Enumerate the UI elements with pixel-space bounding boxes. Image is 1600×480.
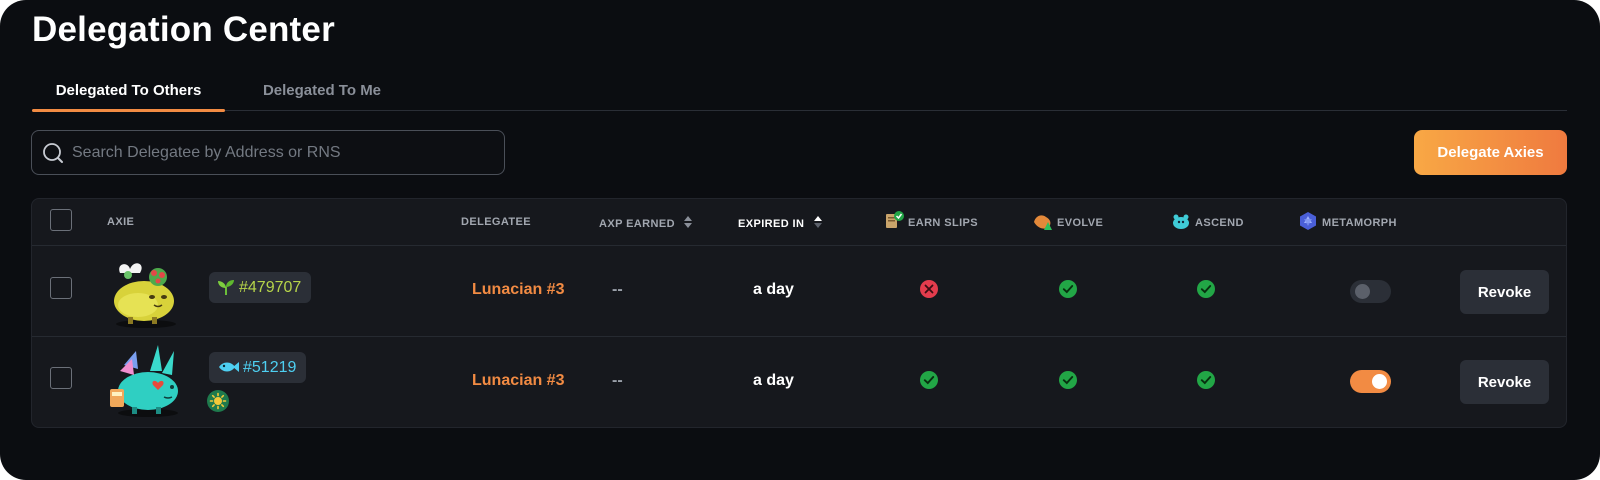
search-box bbox=[31, 130, 505, 175]
table-header: Axie Delegatee AXP Earned Expired In bbox=[32, 199, 1566, 246]
search-icon bbox=[43, 143, 63, 163]
axp-earned-label: AXP Earned bbox=[599, 218, 675, 230]
ascend-icon bbox=[1173, 214, 1189, 229]
metamorph-toggle[interactable] bbox=[1350, 370, 1391, 393]
column-metamorph: Metamorph bbox=[1297, 210, 1397, 232]
axp-earned-value: -- bbox=[612, 372, 623, 389]
expired-in-value: a day bbox=[753, 372, 794, 389]
delegation-table: Axie Delegatee AXP Earned Expired In bbox=[31, 198, 1567, 428]
column-axp-earned[interactable]: AXP Earned bbox=[599, 216, 693, 230]
allowed-status-icon bbox=[920, 371, 938, 389]
evolve-label: Evolve bbox=[1057, 217, 1104, 229]
axie-image[interactable] bbox=[106, 253, 186, 331]
row-checkbox[interactable] bbox=[50, 367, 72, 389]
row-checkbox[interactable] bbox=[50, 277, 72, 299]
metamorph-icon bbox=[1300, 212, 1316, 230]
allowed-status-icon bbox=[1059, 280, 1077, 298]
column-evolve: Evolve bbox=[1032, 210, 1103, 232]
axie-id-badge[interactable]: #51219 bbox=[209, 352, 307, 383]
search-input[interactable] bbox=[72, 131, 492, 174]
metamorph-toggle[interactable] bbox=[1350, 280, 1391, 303]
column-axie: Axie bbox=[107, 216, 135, 228]
plant-sprout-icon bbox=[218, 280, 234, 295]
sort-icon bbox=[684, 216, 693, 228]
sort-ascending-icon bbox=[813, 216, 822, 228]
table-row: #51219 Lunacian #3 -- a day Revoke bbox=[32, 337, 1566, 427]
toggle-knob bbox=[1372, 374, 1387, 389]
aquatic-fish-icon bbox=[219, 362, 239, 372]
allowed-status-icon bbox=[1197, 371, 1215, 389]
delegation-panel: Delegation Center Delegated To Others De… bbox=[0, 0, 1600, 480]
denied-status-icon bbox=[920, 280, 938, 298]
revoke-button[interactable]: Revoke bbox=[1460, 360, 1549, 404]
earn-slips-label: Earn Slips bbox=[908, 217, 979, 229]
column-ascend: Ascend bbox=[1170, 210, 1244, 232]
axie-id: #51219 bbox=[243, 359, 297, 376]
select-all-checkbox[interactable] bbox=[50, 209, 72, 231]
axie-image[interactable] bbox=[106, 341, 186, 419]
ascend-label: Ascend bbox=[1195, 217, 1244, 229]
column-delegatee: Delegatee bbox=[461, 216, 532, 228]
axie-id-badge[interactable]: #479707 bbox=[209, 272, 312, 303]
axp-earned-value: -- bbox=[612, 281, 623, 298]
evolve-icon bbox=[1034, 215, 1052, 230]
sun-badge-icon bbox=[207, 390, 229, 412]
toggle-knob bbox=[1355, 284, 1370, 299]
expired-in-label: Expired In bbox=[738, 218, 805, 230]
delegatee-link[interactable]: Lunacian #3 bbox=[472, 281, 564, 299]
revoke-button[interactable]: Revoke bbox=[1460, 270, 1549, 314]
tab-bar: Delegated To Others Delegated To Me bbox=[32, 70, 1567, 112]
tab-delegated-to-others[interactable]: Delegated To Others bbox=[32, 82, 225, 112]
allowed-status-icon bbox=[1059, 371, 1077, 389]
delegatee-link[interactable]: Lunacian #3 bbox=[472, 372, 564, 390]
tab-delegated-to-me[interactable]: Delegated To Me bbox=[252, 82, 392, 111]
expired-in-value: a day bbox=[753, 281, 794, 298]
metamorph-label: Metamorph bbox=[1322, 217, 1397, 229]
allowed-status-icon bbox=[1197, 280, 1215, 298]
earn-slips-icon bbox=[886, 211, 904, 228]
page-title: Delegation Center bbox=[32, 10, 335, 49]
column-expired-in[interactable]: Expired In bbox=[738, 216, 822, 230]
column-earn-slips: Earn Slips bbox=[883, 210, 978, 232]
table-row: #479707 Lunacian #3 -- a day Revoke bbox=[32, 246, 1566, 337]
delegate-axies-button[interactable]: Delegate Axies bbox=[1414, 130, 1567, 175]
axie-id: #479707 bbox=[239, 279, 302, 296]
